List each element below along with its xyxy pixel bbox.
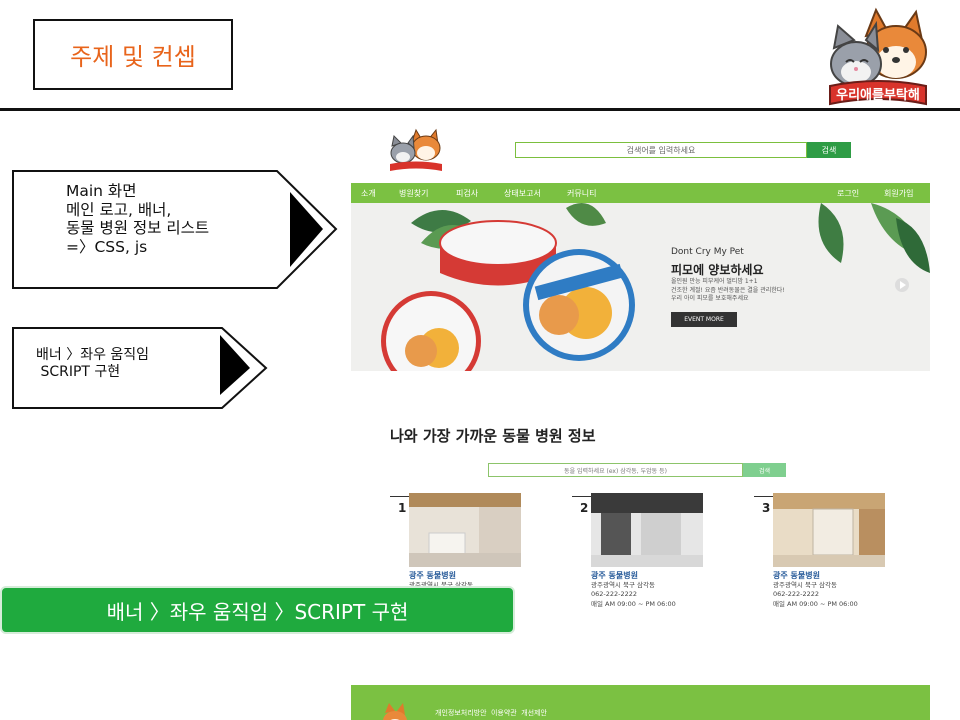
banner-tagline: Dont Cry My Pet bbox=[671, 247, 744, 257]
card-number: 2 bbox=[580, 501, 589, 515]
hospital-photo bbox=[773, 493, 885, 567]
banner-title: 피모에 양보하세요 bbox=[671, 263, 764, 277]
callout-line: SCRIPT 구현 bbox=[36, 363, 121, 380]
banner-desc: 올인원 만능 피부케어 멀티밤 1+1 건조한 계절! 요즘 반려동물은 결을 … bbox=[671, 278, 785, 304]
banner-desc-line: 우리 아이 피모를 보호해주세요 bbox=[671, 295, 749, 303]
hospital-photo bbox=[591, 493, 703, 567]
callout-line: =〉CSS, js bbox=[66, 237, 148, 256]
banner-desc-line: 올인원 만능 피부케어 멀티밤 1+1 bbox=[671, 278, 758, 285]
banner-slider[interactable]: Dont Cry My Pet 피모에 양보하세요 올인원 만능 피부케어 멀티… bbox=[351, 203, 930, 371]
hospital-card[interactable]: 3 광주 동물병원 광주광역시 북구 삼각동 062-222-2222 매일 A… bbox=[754, 493, 886, 613]
hospital-info: 광주광역시 북구 삼각동 062-222-2222 매일 AM 09:00 ~ … bbox=[773, 581, 858, 609]
nav-item-status-report[interactable]: 상태보고서 bbox=[504, 188, 541, 199]
event-more-button[interactable]: EVENT MORE bbox=[671, 312, 737, 327]
callout-line: Main 화면 bbox=[66, 182, 137, 200]
divider bbox=[0, 108, 960, 111]
hospital-phone: 062-222-2222 bbox=[591, 590, 638, 599]
nav-item-login[interactable]: 로그인 bbox=[837, 188, 859, 199]
banner-script-note: 배너 〉좌우 움직임 〉SCRIPT 구현 bbox=[0, 586, 515, 634]
nav-item-find-hospital[interactable]: 병원찾기 bbox=[399, 188, 428, 199]
nav-item-community[interactable]: 커뮤니티 bbox=[567, 188, 596, 199]
hospital-hours: 매일 AM 09:00 ~ PM 06:00 bbox=[591, 599, 676, 608]
site-search-button[interactable]: 검색 bbox=[807, 142, 851, 158]
hospital-name: 광주 동물병원 bbox=[773, 571, 820, 580]
site-search-input[interactable]: 검색어를 입력하세요 bbox=[515, 142, 807, 158]
hospital-info: 광주광역시 북구 삼각동 062-222-2222 매일 AM 09:00 ~ … bbox=[591, 581, 676, 609]
hospital-name: 광주 동물병원 bbox=[591, 571, 638, 580]
card-number: 1 bbox=[398, 501, 407, 515]
brand-logo: 우리애를부탁해 bbox=[826, 6, 930, 110]
site-logo-icon bbox=[390, 128, 442, 171]
logo-text: 우리애를부탁해 bbox=[836, 87, 920, 103]
footer-logo-icon bbox=[383, 703, 407, 720]
callout-line: 동물 병원 정보 리스트 bbox=[66, 219, 210, 238]
nav-item-intro[interactable]: 소개 bbox=[361, 188, 376, 199]
hospital-section-title: 나와 가장 가까운 동물 병원 정보 bbox=[390, 427, 596, 445]
nav-item-signup[interactable]: 회원가입 bbox=[884, 188, 913, 199]
hospital-search-input[interactable]: 동을 입력하세요 (ex) 삼각동, 두암동 등) bbox=[488, 463, 743, 477]
banner-artwork bbox=[381, 203, 930, 371]
slide-title: 주제 및 컨셉 bbox=[33, 19, 233, 90]
callout-line: 메인 로고, 배너, bbox=[66, 200, 172, 219]
hospital-address: 광주광역시 북구 삼각동 bbox=[773, 581, 837, 589]
hospital-search-button[interactable]: 검색 bbox=[743, 463, 786, 477]
callout-main-screen: Main 화면 메인 로고, 배너, 동물 병원 정보 리스트 =〉CSS, j… bbox=[12, 170, 338, 290]
cat-dog-logo-icon: 우리애를부탁해 bbox=[829, 7, 927, 106]
site-footer: 개인정보처리방안 이용약관 개선제안 bbox=[351, 685, 930, 720]
hospital-name: 광주 동물병원 bbox=[409, 571, 456, 580]
card-number: 3 bbox=[762, 501, 771, 515]
hospital-photo bbox=[409, 493, 521, 567]
nav-item-blood-test[interactable]: 피검사 bbox=[456, 188, 478, 199]
site-logo[interactable] bbox=[388, 128, 444, 172]
hospital-card[interactable]: 2 광주 동물병원 광주광역시 북구 삼각동 062-222-2222 매일 A… bbox=[572, 493, 704, 613]
site-nav: 소개 병원찾기 피검사 상태보고서 커뮤니티 로그인 회원가입 bbox=[351, 183, 930, 203]
callout-banner-script: 배너 〉좌우 움직임 SCRIPT 구현 bbox=[12, 327, 268, 409]
callout-line: 배너 〉좌우 움직임 bbox=[36, 347, 150, 363]
footer-links[interactable]: 개인정보처리방안 이용약관 개선제안 bbox=[435, 708, 547, 718]
hospital-hours: 매일 AM 09:00 ~ PM 06:00 bbox=[773, 599, 858, 608]
hospital-phone: 062-222-2222 bbox=[773, 590, 820, 599]
next-slide-arrow-icon[interactable] bbox=[895, 278, 909, 292]
hospital-address: 광주광역시 북구 삼각동 bbox=[591, 581, 655, 589]
